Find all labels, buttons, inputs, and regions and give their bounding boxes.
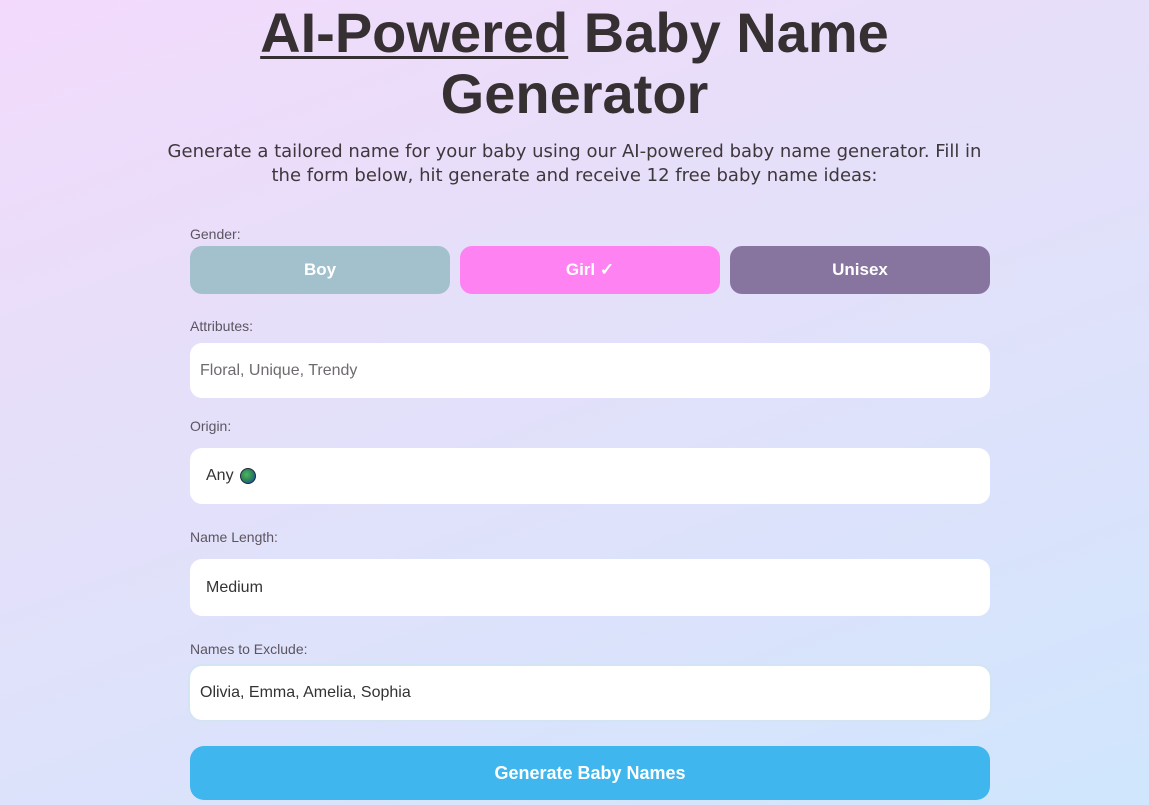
gender-boy-button[interactable]: Boy bbox=[190, 246, 450, 294]
title-line1-rest: Baby Name bbox=[568, 1, 889, 64]
attributes-input[interactable] bbox=[200, 361, 990, 380]
exclude-label: Names to Exclude: bbox=[190, 641, 308, 657]
origin-value: Any bbox=[206, 467, 234, 484]
exclude-input-value[interactable]: Olivia, Emma, Amelia, Sophia bbox=[200, 684, 411, 702]
gender-label: Gender: bbox=[190, 226, 241, 242]
header: AI-Powered Baby Name Generator Generate a… bbox=[0, 0, 1149, 188]
title-line2: Generator bbox=[440, 62, 709, 125]
name-length-value: Medium bbox=[206, 578, 263, 596]
title-underlined: AI-Powered bbox=[260, 1, 569, 64]
gender-unisex-button[interactable]: Unisex bbox=[730, 246, 990, 294]
gender-girl-button[interactable]: Girl ✓ bbox=[460, 246, 720, 294]
exclude-field[interactable]: Olivia, Emma, Amelia, Sophia bbox=[190, 666, 990, 720]
attributes-label: Attributes: bbox=[190, 318, 254, 334]
generate-names-button[interactable]: Generate Baby Names bbox=[190, 746, 990, 800]
attributes-field[interactable] bbox=[190, 343, 990, 398]
gender-selector: Boy Girl ✓ Unisex bbox=[190, 246, 990, 294]
name-length-select[interactable]: Medium bbox=[190, 559, 990, 616]
page-title: AI-Powered Baby Name Generator bbox=[0, 0, 1149, 124]
name-length-label: Name Length: bbox=[190, 529, 278, 545]
origin-label: Origin: bbox=[190, 418, 232, 434]
origin-select[interactable]: Any bbox=[190, 448, 990, 504]
page-subtitle: Generate a tailored name for your baby u… bbox=[167, 141, 982, 186]
globe-icon bbox=[239, 468, 256, 484]
